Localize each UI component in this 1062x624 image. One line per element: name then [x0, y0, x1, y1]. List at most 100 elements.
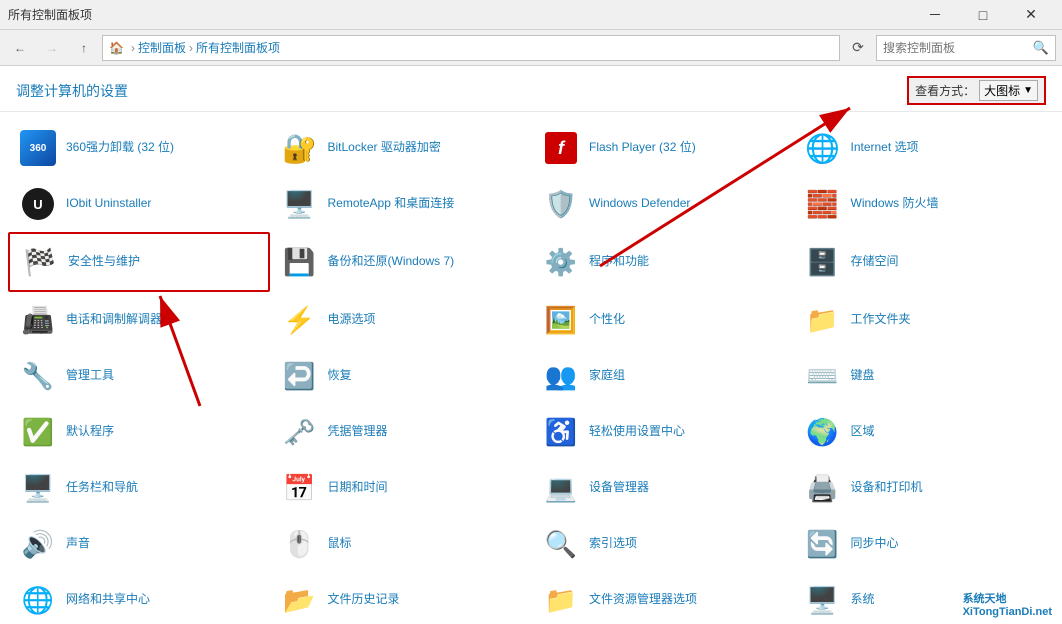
grid-item-item-internet[interactable]: 🌐 Internet 选项 [793, 120, 1055, 176]
item-label-item-manage: 管理工具 [66, 368, 114, 384]
content-area: 调整计算机的设置 查看方式： 大图标 ▼ 360 360强力卸载 (32 位) … [0, 66, 1062, 624]
item-label-item-datetime: 日期和时间 [328, 480, 388, 496]
item-label-item-storage: 存储空间 [851, 254, 899, 270]
grid-item-item-defender[interactable]: 🛡️ Windows Defender [531, 176, 793, 232]
item-icon-item-taskbar: 🖥️ [18, 468, 58, 508]
grid-item-item-taskbar[interactable]: 🖥️ 任务栏和导航 [8, 460, 270, 516]
grid-item-item-remoteapp[interactable]: 🖥️ RemoteApp 和桌面连接 [270, 176, 532, 232]
grid-item-item-printer[interactable]: 🖨️ 设备和打印机 [793, 460, 1055, 516]
grid-item-item-bitlocker[interactable]: 🔐 BitLocker 驱动器加密 [270, 120, 532, 176]
content-header-title: 调整计算机的设置 [16, 81, 128, 101]
grid-item-item-file-explorer[interactable]: 📁 文件资源管理器选项 [531, 572, 793, 624]
watermark-url: XiTongTianDi.net [963, 606, 1052, 618]
grid-item-item-homegroup[interactable]: 👥 家庭组 [531, 348, 793, 404]
grid-item-item-datetime[interactable]: 📅 日期和时间 [270, 460, 532, 516]
up-button[interactable]: ↑ [70, 34, 98, 62]
grid-item-item-region[interactable]: 🌍 区域 [793, 404, 1055, 460]
grid-item-item-personalize[interactable]: 🖼️ 个性化 [531, 292, 793, 348]
grid-item-item-restore[interactable]: ↩️ 恢复 [270, 348, 532, 404]
item-label-item-phone: 电话和调制解调器 [66, 312, 162, 328]
grid-item-item-workfolder[interactable]: 📁 工作文件夹 [793, 292, 1055, 348]
item-icon-item-power: ⚡ [280, 300, 320, 340]
grid-item-item-keyboard[interactable]: ⌨️ 键盘 [793, 348, 1055, 404]
grid-item-item-indexing[interactable]: 🔍 索引选项 [531, 516, 793, 572]
grid-item-item-360[interactable]: 360 360强力卸载 (32 位) [8, 120, 270, 176]
items-grid: 360 360强力卸载 (32 位) 🔐 BitLocker 驱动器加密 f F… [0, 112, 1062, 624]
chevron-down-icon: ▼ [1023, 85, 1033, 96]
home-icon: 🏠 [109, 41, 124, 55]
grid-item-item-backup[interactable]: 💾 备份和还原(Windows 7) [270, 232, 532, 292]
title-bar-controls: － □ ✕ [912, 0, 1054, 30]
content-header: 调整计算机的设置 查看方式： 大图标 ▼ [0, 66, 1062, 112]
grid-item-item-file-history[interactable]: 📂 文件历史记录 [270, 572, 532, 624]
item-label-item-workfolder: 工作文件夹 [851, 312, 911, 328]
item-icon-item-flash: f [541, 128, 581, 168]
item-label-item-programs: 程序和功能 [589, 254, 649, 270]
item-label-item-credential: 凭据管理器 [328, 424, 388, 440]
item-label-item-homegroup: 家庭组 [589, 368, 625, 384]
item-label-item-firewall: Windows 防火墙 [851, 196, 939, 212]
forward-button[interactable]: → [38, 34, 66, 62]
item-icon-item-restore: ↩️ [280, 356, 320, 396]
grid-item-item-firewall[interactable]: 🧱 Windows 防火墙 [793, 176, 1055, 232]
grid-item-item-credential[interactable]: 🗝️ 凭据管理器 [270, 404, 532, 460]
path-part1[interactable]: 控制面板 [138, 39, 186, 56]
item-icon-item-datetime: 📅 [280, 468, 320, 508]
back-button[interactable]: ← [6, 34, 34, 62]
item-label-item-system: 系统 [851, 592, 875, 608]
item-label-item-device-mgr: 设备管理器 [589, 480, 649, 496]
grid-item-item-sound[interactable]: 🔊 声音 [8, 516, 270, 572]
search-box: 🔍 [876, 35, 1056, 61]
path-sep2: › [189, 41, 193, 55]
item-label-item-keyboard: 键盘 [851, 368, 875, 384]
view-label: 查看方式： [915, 82, 975, 99]
item-label-item-sync: 同步中心 [851, 536, 899, 552]
view-dropdown[interactable]: 大图标 ▼ [979, 80, 1038, 101]
item-label-item-mouse: 鼠标 [328, 536, 352, 552]
grid-item-item-phone[interactable]: 📠 电话和调制解调器 [8, 292, 270, 348]
grid-item-item-iobit[interactable]: U IObit Uninstaller [8, 176, 270, 232]
item-label-item-security: 安全性与维护 [68, 254, 140, 270]
grid-item-item-ease[interactable]: ♿ 轻松使用设置中心 [531, 404, 793, 460]
close-button[interactable]: ✕ [1008, 0, 1054, 30]
item-icon-item-remoteapp: 🖥️ [280, 184, 320, 224]
item-icon-item-storage: 🗄️ [803, 242, 843, 282]
view-selector[interactable]: 查看方式： 大图标 ▼ [907, 76, 1046, 105]
grid-item-item-device-mgr[interactable]: 💻 设备管理器 [531, 460, 793, 516]
grid-item-item-network[interactable]: 🌐 网络和共享中心 [8, 572, 270, 624]
item-label-item-network: 网络和共享中心 [66, 592, 150, 608]
item-icon-item-default: ✅ [18, 412, 58, 452]
item-icon-item-defender: 🛡️ [541, 184, 581, 224]
grid-item-item-power[interactable]: ⚡ 电源选项 [270, 292, 532, 348]
minimize-button[interactable]: － [912, 0, 958, 30]
item-icon-item-keyboard: ⌨️ [803, 356, 843, 396]
grid-item-item-flash[interactable]: f Flash Player (32 位) [531, 120, 793, 176]
item-icon-item-programs: ⚙️ [541, 242, 581, 282]
item-icon-item-homegroup: 👥 [541, 356, 581, 396]
item-label-item-indexing: 索引选项 [589, 536, 637, 552]
item-icon-item-network: 🌐 [18, 580, 58, 620]
address-path: 🏠 › 控制面板 › 所有控制面板项 [102, 35, 840, 61]
grid-item-item-mouse[interactable]: 🖱️ 鼠标 [270, 516, 532, 572]
grid-item-item-programs[interactable]: ⚙️ 程序和功能 [531, 232, 793, 292]
path-part2[interactable]: 所有控制面板项 [196, 39, 280, 56]
grid-item-item-default[interactable]: ✅ 默认程序 [8, 404, 270, 460]
item-icon-item-printer: 🖨️ [803, 468, 843, 508]
refresh-button[interactable]: ⟳ [844, 34, 872, 62]
item-label-item-printer: 设备和打印机 [851, 480, 923, 496]
item-label-item-360: 360强力卸载 (32 位) [66, 140, 174, 156]
item-icon-item-manage: 🔧 [18, 356, 58, 396]
item-label-item-default: 默认程序 [66, 424, 114, 440]
item-label-item-flash: Flash Player (32 位) [589, 140, 696, 156]
item-label-item-defender: Windows Defender [589, 196, 690, 212]
item-icon-item-360: 360 [18, 128, 58, 168]
grid-item-item-storage[interactable]: 🗄️ 存储空间 [793, 232, 1055, 292]
grid-item-item-sync[interactable]: 🔄 同步中心 [793, 516, 1055, 572]
grid-item-item-manage[interactable]: 🔧 管理工具 [8, 348, 270, 404]
search-input[interactable] [883, 41, 1029, 55]
grid-item-item-security[interactable]: 🏁 安全性与维护 [8, 232, 270, 292]
item-label-item-restore: 恢复 [328, 368, 352, 384]
maximize-button[interactable]: □ [960, 0, 1006, 30]
address-bar: ← → ↑ 🏠 › 控制面板 › 所有控制面板项 ⟳ 🔍 [0, 30, 1062, 66]
item-label-item-backup: 备份和还原(Windows 7) [328, 254, 455, 270]
